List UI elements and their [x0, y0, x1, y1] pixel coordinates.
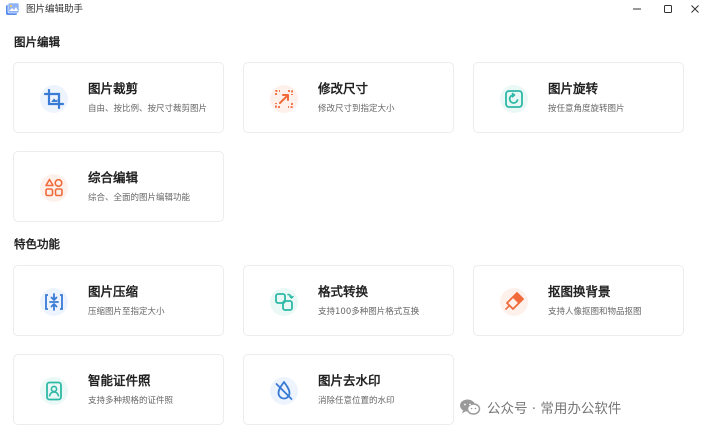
card-description: 消除任意位置的水印: [318, 396, 395, 406]
crop-icon: [38, 83, 70, 115]
card-description: 综合、全面的图片编辑功能: [88, 193, 191, 203]
section-title-special: 特色功能: [14, 237, 60, 251]
composite-edit-icon: [38, 172, 70, 204]
window-title: 图片编辑助手: [26, 4, 84, 15]
close-button[interactable]: [684, 0, 706, 18]
card-description: 按任意角度旋转图片: [548, 104, 625, 114]
wechat-icon: [460, 399, 481, 415]
minimize-button[interactable]: [626, 0, 648, 18]
maximize-icon: [664, 5, 672, 13]
resize-icon: [268, 83, 300, 115]
card-title: 智能证件照: [88, 373, 151, 388]
app-logo-icon: [5, 2, 20, 17]
card-title: 格式转换: [318, 284, 369, 299]
rotate-icon: [498, 83, 530, 115]
card-title: 图片去水印: [318, 373, 381, 388]
close-icon: [691, 5, 699, 13]
maximize-button[interactable]: [657, 0, 679, 18]
card-title: 综合编辑: [88, 170, 139, 185]
card-description: 自由、按比例、按尺寸裁剪图片: [88, 104, 208, 114]
compress-icon: [38, 286, 70, 318]
card-composite-edit[interactable]: 综合编辑 综合、全面的图片编辑功能: [13, 151, 224, 222]
card-description: 压缩图片至指定大小: [88, 307, 165, 317]
title-bar: 图片编辑助手: [0, 0, 708, 20]
card-resize[interactable]: 修改尺寸 修改尺寸到指定大小: [243, 62, 454, 133]
card-title: 修改尺寸: [318, 81, 369, 96]
id-photo-icon: [38, 375, 70, 407]
card-crop[interactable]: 图片裁剪 自由、按比例、按尺寸裁剪图片: [13, 62, 224, 133]
card-title: 图片压缩: [88, 284, 139, 299]
card-cutout-background[interactable]: 抠图换背景 支持人像抠图和物品抠图: [473, 265, 684, 336]
card-rotate[interactable]: 图片旋转 按任意角度旋转图片: [473, 62, 684, 133]
card-title: 抠图换背景: [548, 284, 611, 299]
card-compress[interactable]: 图片压缩 压缩图片至指定大小: [13, 265, 224, 336]
card-description: 修改尺寸到指定大小: [318, 104, 395, 114]
card-description: 支持人像抠图和物品抠图: [548, 307, 642, 317]
watermark-text: 公众号 · 常用办公软件: [487, 401, 622, 417]
card-description: 支持多种规格的证件照: [88, 396, 174, 406]
card-remove-watermark[interactable]: 图片去水印 消除任意位置的水印: [243, 354, 454, 425]
card-description: 支持100多种图片格式互换: [318, 307, 420, 317]
eraser-icon: [498, 286, 530, 318]
section-title-edit: 图片编辑: [14, 35, 60, 49]
card-title: 图片旋转: [548, 81, 599, 96]
format-convert-icon: [268, 286, 300, 318]
remove-watermark-icon: [268, 375, 300, 407]
card-format-convert[interactable]: 格式转换 支持100多种图片格式互换: [243, 265, 454, 336]
minimize-icon: [633, 8, 641, 10]
card-id-photo[interactable]: 智能证件照 支持多种规格的证件照: [13, 354, 224, 425]
wechat-watermark: 公众号 · 常用办公软件: [459, 397, 621, 417]
card-title: 图片裁剪: [88, 81, 139, 96]
